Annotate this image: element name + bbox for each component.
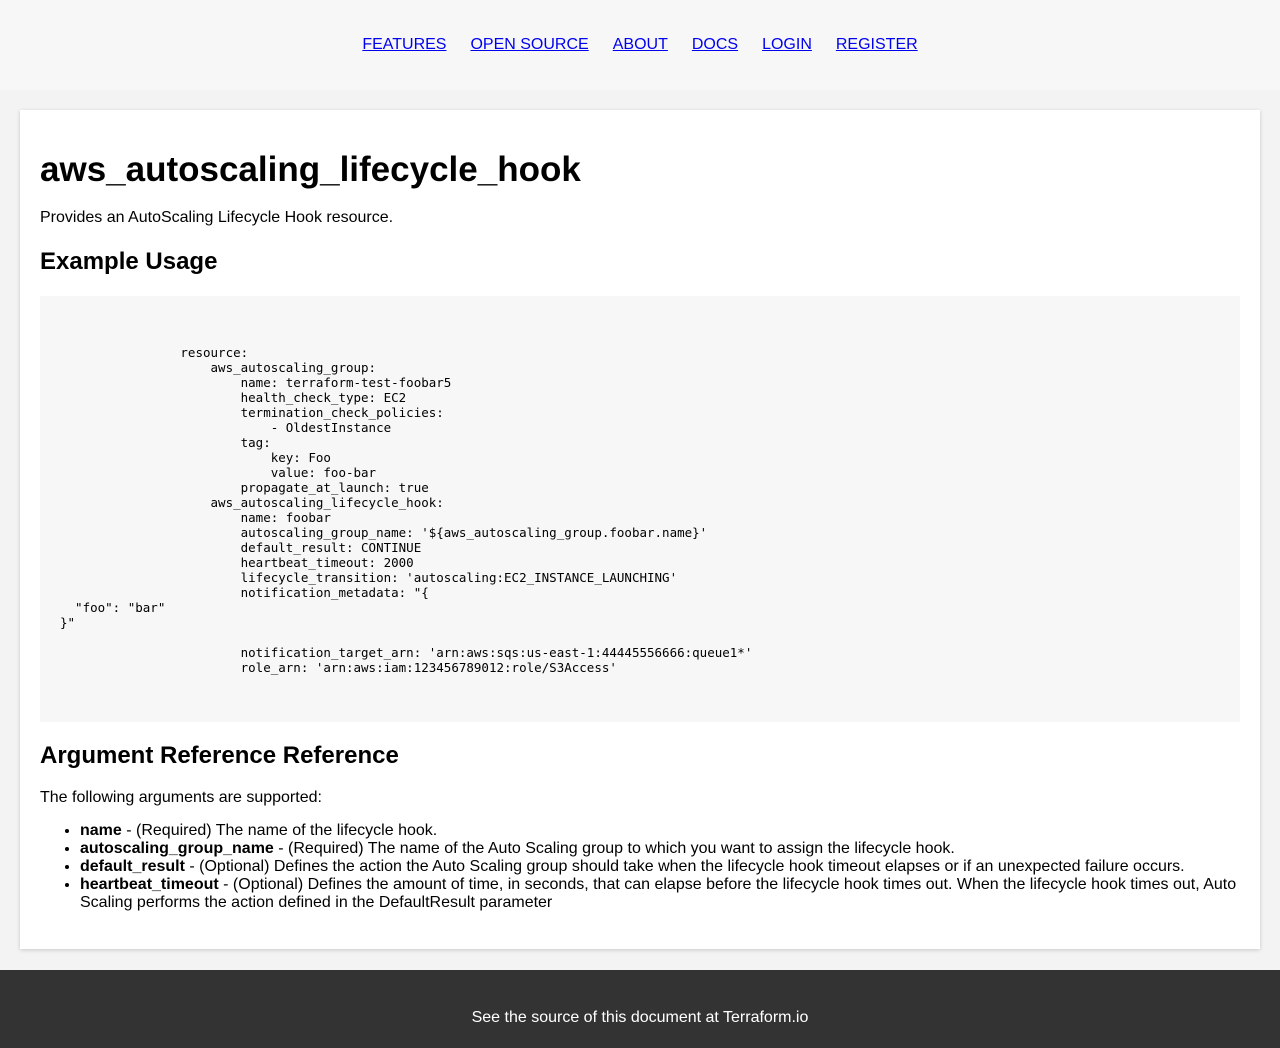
nav-link-features[interactable]: FEATURES bbox=[362, 36, 446, 54]
page-footer: See the source of this document at Terra… bbox=[0, 970, 1280, 1048]
example-code-block: resource: aws_autoscaling_group: name: t… bbox=[40, 296, 1240, 722]
arguments-intro-text: The following arguments are supported: bbox=[40, 789, 322, 806]
top-navigation: FEATURES OPEN SOURCE ABOUT DOCS LOGIN RE… bbox=[0, 0, 1280, 90]
argument-description: - (Required) The name of the Auto Scalin… bbox=[273, 840, 955, 857]
footer-text: See the source of this document at Terra… bbox=[471, 1009, 809, 1026]
document-card: aws_autoscaling_lifecycle_hook Provides … bbox=[20, 110, 1260, 949]
argument-reference-heading: Argument Reference Reference bbox=[40, 742, 399, 769]
argument-item: default_result - (Optional) Defines the … bbox=[80, 858, 1260, 876]
nav-link-register[interactable]: REGISTER bbox=[836, 36, 918, 54]
arguments-list: name - (Required) The name of the lifecy… bbox=[40, 822, 1260, 912]
argument-description: - (Optional) Defines the amount of time,… bbox=[80, 876, 1237, 911]
page-title: aws_autoscaling_lifecycle_hook bbox=[40, 150, 581, 189]
argument-name: heartbeat_timeout bbox=[80, 876, 219, 893]
argument-name: name bbox=[80, 822, 122, 839]
nav-link-login[interactable]: LOGIN bbox=[762, 36, 812, 54]
nav-link-about[interactable]: ABOUT bbox=[613, 36, 668, 54]
argument-item: heartbeat_timeout - (Optional) Defines t… bbox=[80, 876, 1260, 912]
argument-name: default_result bbox=[80, 858, 185, 875]
argument-description: - (Required) The name of the lifecycle h… bbox=[121, 822, 438, 839]
nav-link-open-source[interactable]: OPEN SOURCE bbox=[470, 36, 588, 54]
argument-item: autoscaling_group_name - (Required) The … bbox=[80, 840, 1260, 858]
argument-item: name - (Required) The name of the lifecy… bbox=[80, 822, 1260, 840]
example-usage-heading: Example Usage bbox=[40, 248, 218, 275]
argument-description: - (Optional) Defines the action the Auto… bbox=[184, 858, 1185, 875]
intro-text: Provides an AutoScaling Lifecycle Hook r… bbox=[40, 209, 394, 226]
argument-name: autoscaling_group_name bbox=[80, 840, 274, 857]
nav-link-docs[interactable]: DOCS bbox=[692, 36, 738, 54]
